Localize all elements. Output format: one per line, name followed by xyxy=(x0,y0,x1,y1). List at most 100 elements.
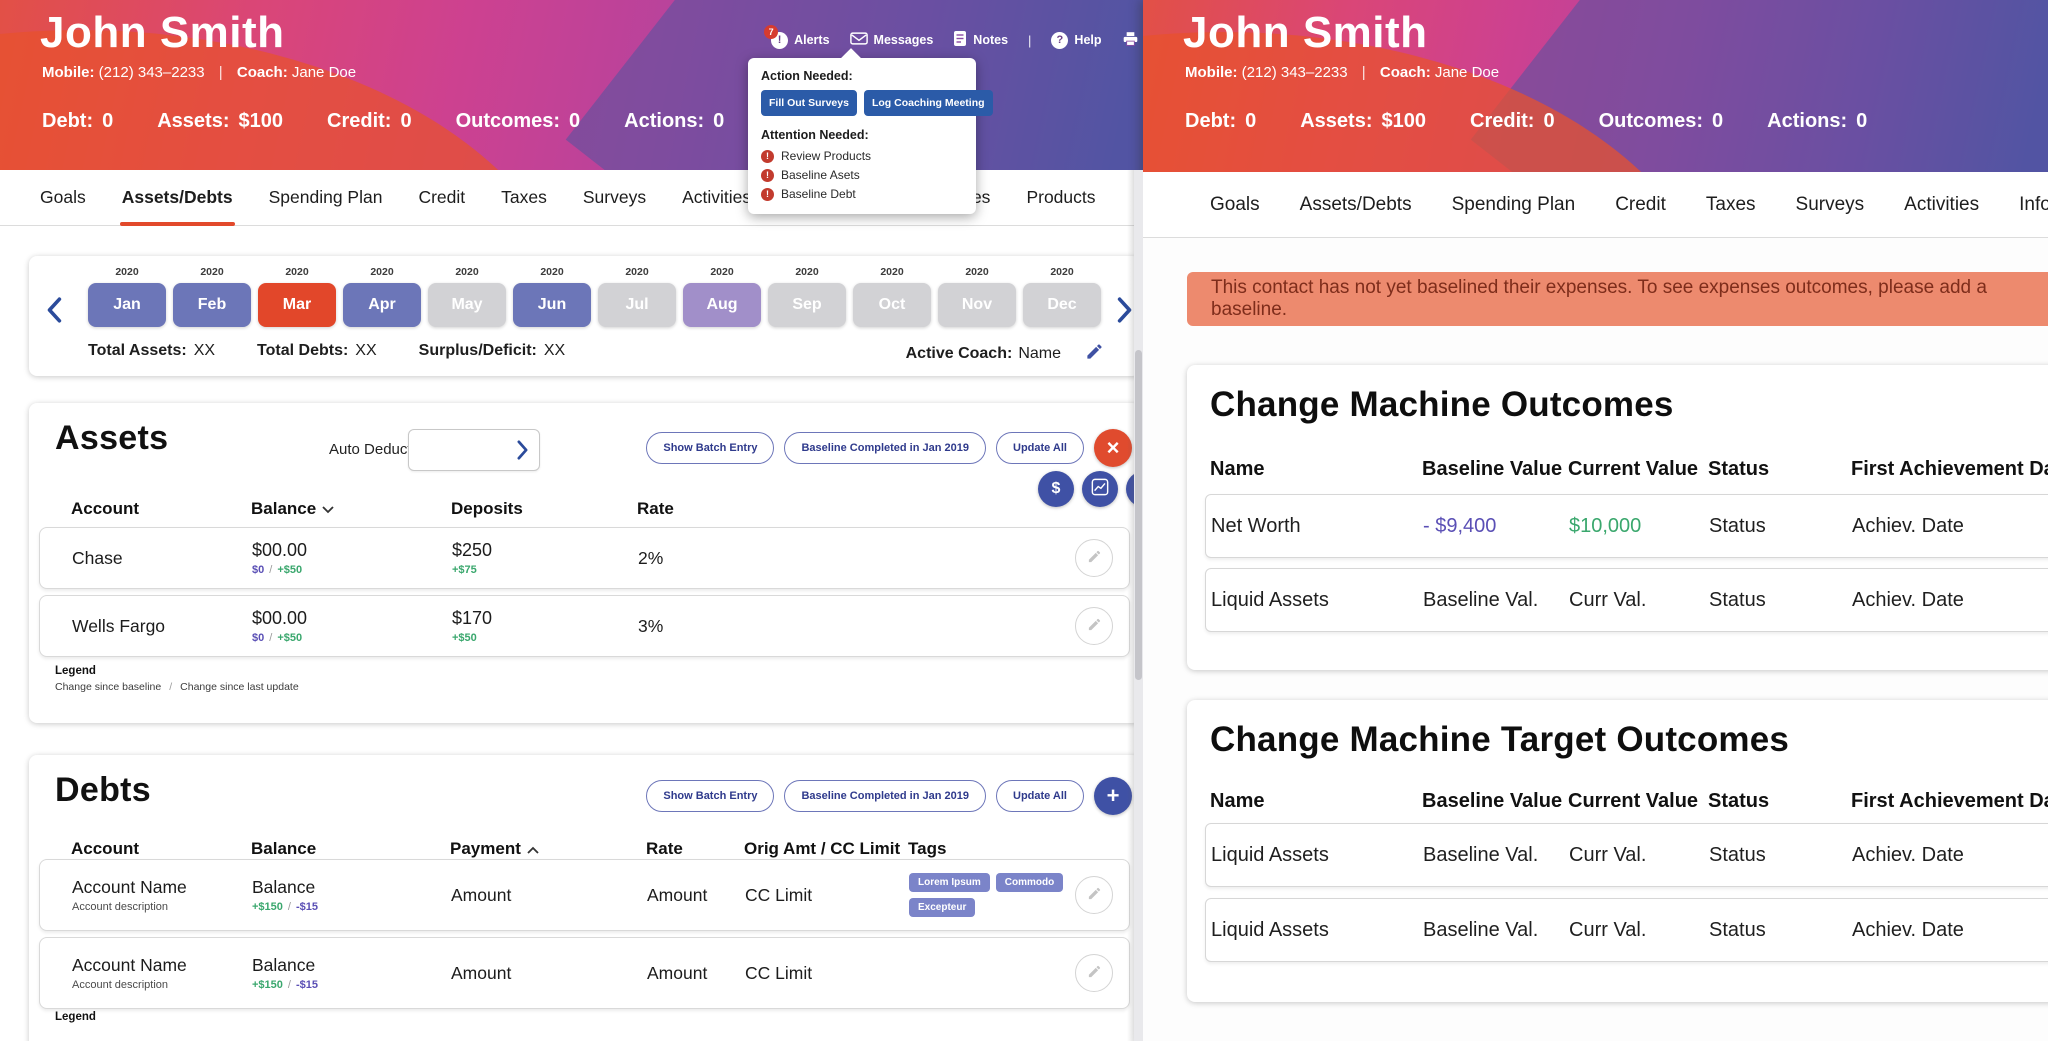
update-all-button[interactable]: Update All xyxy=(996,780,1084,812)
pencil-icon xyxy=(1087,964,1102,982)
year-label: 2020 xyxy=(1050,266,1074,278)
add-debt-button[interactable]: + xyxy=(1094,777,1132,815)
month-apr[interactable]: Apr xyxy=(343,283,421,327)
envelope-icon xyxy=(849,31,868,49)
tab-spending-plan[interactable]: Spending Plan xyxy=(1452,172,1576,237)
column-rate[interactable]: Rate xyxy=(637,499,1140,519)
mobile-label: Mobile: xyxy=(1185,64,1238,81)
tab-assets-debts[interactable]: Assets/Debts xyxy=(1300,172,1412,237)
column-first-achievement-date: First Achievement Date xyxy=(1851,458,2048,480)
tab-spending-plan[interactable]: Spending Plan xyxy=(269,170,383,225)
log-coaching-meeting-button[interactable]: Log Coaching Meeting xyxy=(863,90,993,116)
edit-row-button[interactable] xyxy=(1075,954,1113,992)
change-since-baseline: +$150 xyxy=(252,979,283,991)
vertical-scrollbar[interactable] xyxy=(1134,170,1143,1041)
printer-icon xyxy=(1122,31,1139,50)
auto-deduct-input[interactable] xyxy=(408,429,540,471)
column-account[interactable]: Account xyxy=(71,839,251,859)
tab-products[interactable]: Products xyxy=(1026,170,1095,225)
show-batch-entry-button[interactable]: Show Batch Entry xyxy=(646,780,775,812)
tag: Commodo xyxy=(995,873,1064,892)
rate-cell: Amount xyxy=(647,884,708,905)
column-tags[interactable]: Tags xyxy=(908,839,1140,859)
sort-desc-icon xyxy=(322,499,334,519)
previous-months-button[interactable] xyxy=(45,296,63,327)
change-since-update: -$15 xyxy=(295,979,318,991)
messages-button[interactable]: Messages xyxy=(849,31,933,49)
attention-item-baseline-debt[interactable]: ! Baseline Debt xyxy=(761,187,963,201)
year-label: 2020 xyxy=(370,266,394,278)
close-button[interactable]: × xyxy=(1094,429,1132,467)
column-deposits[interactable]: Deposits xyxy=(451,499,637,519)
scrollbar-thumb[interactable] xyxy=(1135,350,1142,680)
edit-row-button[interactable] xyxy=(1075,607,1113,645)
mobile-value: (212) 343–2233 xyxy=(98,64,205,81)
pencil-icon xyxy=(1087,617,1102,635)
tab-information[interactable]: Information xyxy=(2019,172,2048,237)
show-batch-entry-button[interactable]: Show Batch Entry xyxy=(646,432,775,464)
tab-credit[interactable]: Credit xyxy=(1615,172,1666,237)
action-needed-title: Action Needed: xyxy=(761,69,853,83)
print-button[interactable]: Print xyxy=(1122,31,1143,50)
change-machine-outcomes-section: Change Machine Outcomes Name Baseline Va… xyxy=(1187,365,2048,670)
column-balance[interactable]: Balance xyxy=(251,839,450,859)
change-since-update: +$50 xyxy=(277,564,303,576)
next-months-button[interactable] xyxy=(1116,296,1134,327)
attention-needed-title: Attention Needed: xyxy=(761,128,869,142)
fill-out-surveys-button[interactable]: Fill Out Surveys xyxy=(761,90,857,116)
attention-item-baseline-assets[interactable]: ! Baseline Asets xyxy=(761,168,963,182)
month-sep[interactable]: Sep xyxy=(768,283,846,327)
update-all-button[interactable]: Update All xyxy=(996,432,1084,464)
tab-surveys[interactable]: Surveys xyxy=(583,170,646,225)
tab-assets-debts[interactable]: Assets/Debts xyxy=(119,170,235,226)
outcomes-table-header: Name Baseline Value Current Value Status… xyxy=(1205,458,2048,481)
column-orig-cc-limit[interactable]: Orig Amt / CC Limit xyxy=(744,839,908,859)
month-mar-selected[interactable]: Mar xyxy=(258,283,336,327)
month-jul[interactable]: Jul xyxy=(598,283,676,327)
column-name: Name xyxy=(1210,458,1265,480)
year-label: 2020 xyxy=(795,266,819,278)
column-balance[interactable]: Balance xyxy=(251,499,451,519)
month-jun[interactable]: Jun xyxy=(513,283,591,327)
month-jan[interactable]: Jan xyxy=(88,283,166,327)
tab-taxes[interactable]: Taxes xyxy=(1706,172,1756,237)
stat-assets: Assets: $100 xyxy=(1300,110,1426,132)
baseline-completed-button[interactable]: Baseline Completed in Jan 2019 xyxy=(784,432,986,464)
achievement-date: Achiev. Date xyxy=(1852,918,1964,941)
month-aug[interactable]: Aug xyxy=(683,283,761,327)
edit-coach-button[interactable] xyxy=(1085,342,1104,366)
month-feb[interactable]: Feb xyxy=(173,283,251,327)
tab-activities[interactable]: Activities xyxy=(682,170,751,225)
alerts-button[interactable]: ! 7 Alerts xyxy=(764,24,830,49)
tab-taxes[interactable]: Taxes xyxy=(501,170,547,225)
month-dec[interactable]: Dec xyxy=(1023,283,1101,327)
year-label: 2020 xyxy=(455,266,479,278)
alerts-badge: 7 xyxy=(764,24,779,39)
column-current-value: Current Value xyxy=(1568,458,1699,480)
edit-row-button[interactable] xyxy=(1075,539,1113,577)
column-name: Name xyxy=(1210,790,1265,812)
tab-surveys[interactable]: Surveys xyxy=(1796,172,1865,237)
column-payment[interactable]: Payment xyxy=(450,839,646,859)
column-rate[interactable]: Rate xyxy=(646,839,744,859)
baseline-completed-button[interactable]: Baseline Completed in Jan 2019 xyxy=(784,780,986,812)
tab-goals[interactable]: Goals xyxy=(40,170,86,225)
header-toolbar: ! 7 Alerts Messages Notes | ? Help xyxy=(764,24,1143,50)
attention-item-review-products[interactable]: ! Review Products xyxy=(761,149,963,163)
stat-debt: Debt: 0 xyxy=(1185,110,1257,132)
month-nov[interactable]: Nov xyxy=(938,283,1016,327)
help-button[interactable]: ? Help xyxy=(1051,31,1102,49)
column-account[interactable]: Account xyxy=(71,499,251,519)
tab-activities[interactable]: Activities xyxy=(1904,172,1979,237)
balance-cell: Balance +$150/-$15 xyxy=(252,955,318,991)
edit-row-button[interactable] xyxy=(1075,876,1113,914)
tab-goals[interactable]: Goals xyxy=(1210,172,1260,237)
year-label: 2020 xyxy=(540,266,564,278)
outcome-name: Liquid Assets xyxy=(1211,843,1329,866)
target-outcome-row: Liquid Assets Baseline Val. Curr Val. St… xyxy=(1205,898,2048,962)
notes-button[interactable]: Notes xyxy=(953,30,1008,50)
tab-credit[interactable]: Credit xyxy=(418,170,465,225)
month-may[interactable]: May xyxy=(428,283,506,327)
column-baseline-value: Baseline Value xyxy=(1422,458,1563,480)
month-oct[interactable]: Oct xyxy=(853,283,931,327)
